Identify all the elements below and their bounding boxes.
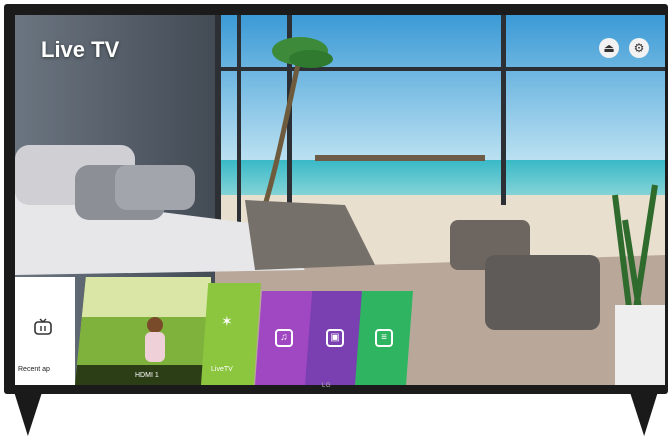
launcher-bar: Recent ap HDMI 1 ✶ LiveTV ♫ ▣ ≡: [15, 277, 415, 385]
tv-stand-left: [14, 392, 50, 436]
hdmi-1-card[interactable]: HDMI 1: [75, 277, 211, 385]
music-icon: ♫: [275, 329, 293, 347]
tv-bezel: Live TV ⏏ ⚙ Recent ap HDMI 1 ✶ LiveTV ♫ …: [4, 4, 668, 394]
hdmi-label: HDMI 1: [135, 372, 159, 379]
gear-icon: ⚙: [633, 41, 645, 55]
live-tv-tile[interactable]: ✶ LiveTV: [201, 283, 261, 385]
recent-apps-label: Recent ap: [18, 366, 50, 373]
brand-logo: LG: [322, 383, 332, 389]
video-icon: ▣: [326, 329, 344, 347]
guide-tv-icon: ≡: [375, 329, 393, 347]
antenna-icon: ✶: [221, 313, 233, 329]
page-title: Live TV: [41, 37, 120, 62]
video-tile[interactable]: ▣: [305, 291, 365, 385]
recent-apps-card[interactable]: Recent ap: [15, 277, 75, 385]
tv-icon: [34, 318, 52, 335]
live-tv-label: LiveTV: [211, 366, 233, 373]
music-tile[interactable]: ♫: [255, 291, 313, 385]
settings-button[interactable]: ⚙: [629, 38, 649, 58]
input-source-icon: ⏏: [603, 41, 615, 55]
input-source-button[interactable]: ⏏: [599, 38, 619, 58]
tv-screen: Live TV ⏏ ⚙ Recent ap HDMI 1 ✶ LiveTV ♫ …: [15, 15, 665, 385]
guide-tile[interactable]: ≡: [355, 291, 413, 385]
tv-stand-right: [622, 392, 658, 436]
